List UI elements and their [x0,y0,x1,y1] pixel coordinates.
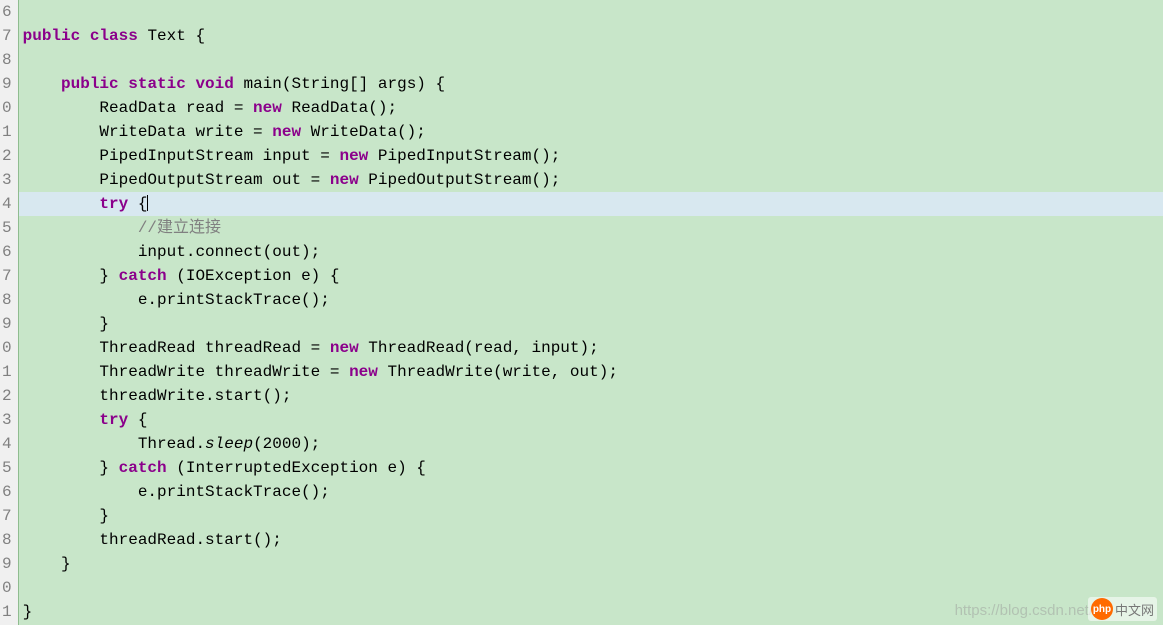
code-line: WriteData write = new WriteData(); [19,120,1163,144]
line-number: 8 [2,288,12,312]
line-number: 9 [2,72,12,96]
code-line: ThreadRead threadRead = new ThreadRead(r… [19,336,1163,360]
code-line: threadRead.start(); [19,528,1163,552]
code-line: } [19,552,1163,576]
line-number: 3 [2,168,12,192]
code-editor[interactable]: public class Text { public static void m… [19,0,1163,625]
line-number: 4 [2,192,12,216]
line-number: 1 [2,120,12,144]
php-logo-icon: php [1091,598,1113,620]
code-line: } catch (IOException e) { [19,264,1163,288]
line-number: 8 [2,528,12,552]
line-number: 0 [2,96,12,120]
code-line: ThreadWrite threadWrite = new ThreadWrit… [19,360,1163,384]
badge-text: 中文网 [1115,600,1154,619]
code-line: e.printStackTrace(); [19,288,1163,312]
code-line: //建立连接 [19,216,1163,240]
code-line: Thread.sleep(2000); [19,432,1163,456]
line-number: 7 [2,24,12,48]
line-number: 6 [2,0,12,24]
code-line: PipedInputStream input = new PipedInputS… [19,144,1163,168]
line-number: 2 [2,144,12,168]
line-number: 5 [2,456,12,480]
line-number: 4 [2,432,12,456]
line-number: 7 [2,264,12,288]
line-number: 0 [2,576,12,600]
code-line: ReadData read = new ReadData(); [19,96,1163,120]
line-number: 1 [2,600,12,624]
line-number: 6 [2,240,12,264]
line-number: 7 [2,504,12,528]
code-line-current: try { [19,192,1163,216]
code-line: public class Text { [19,24,1163,48]
code-line: } catch (InterruptedException e) { [19,456,1163,480]
line-number: 6 [2,480,12,504]
code-line: PipedOutputStream out = new PipedOutputS… [19,168,1163,192]
code-line: e.printStackTrace(); [19,480,1163,504]
text-cursor [147,195,148,211]
line-number: 3 [2,408,12,432]
line-number: 2 [2,384,12,408]
watermark-text: https://blog.csdn.net/ [955,602,1093,619]
line-number: 8 [2,48,12,72]
code-line [19,576,1163,600]
line-number: 9 [2,312,12,336]
code-line: } [19,504,1163,528]
line-number: 0 [2,336,12,360]
line-number: 9 [2,552,12,576]
code-line: input.connect(out); [19,240,1163,264]
site-badge: php 中文网 [1088,597,1157,621]
code-line: } [19,312,1163,336]
line-number-gutter: 6 7 8 9 0 1 2 3 4 5 6 7 8 9 0 1 2 3 4 5 … [0,0,19,625]
code-line: try { [19,408,1163,432]
code-line [19,48,1163,72]
code-line [19,0,1163,24]
line-number: 1 [2,360,12,384]
code-line: threadWrite.start(); [19,384,1163,408]
code-line: public static void main(String[] args) { [19,72,1163,96]
line-number: 5 [2,216,12,240]
